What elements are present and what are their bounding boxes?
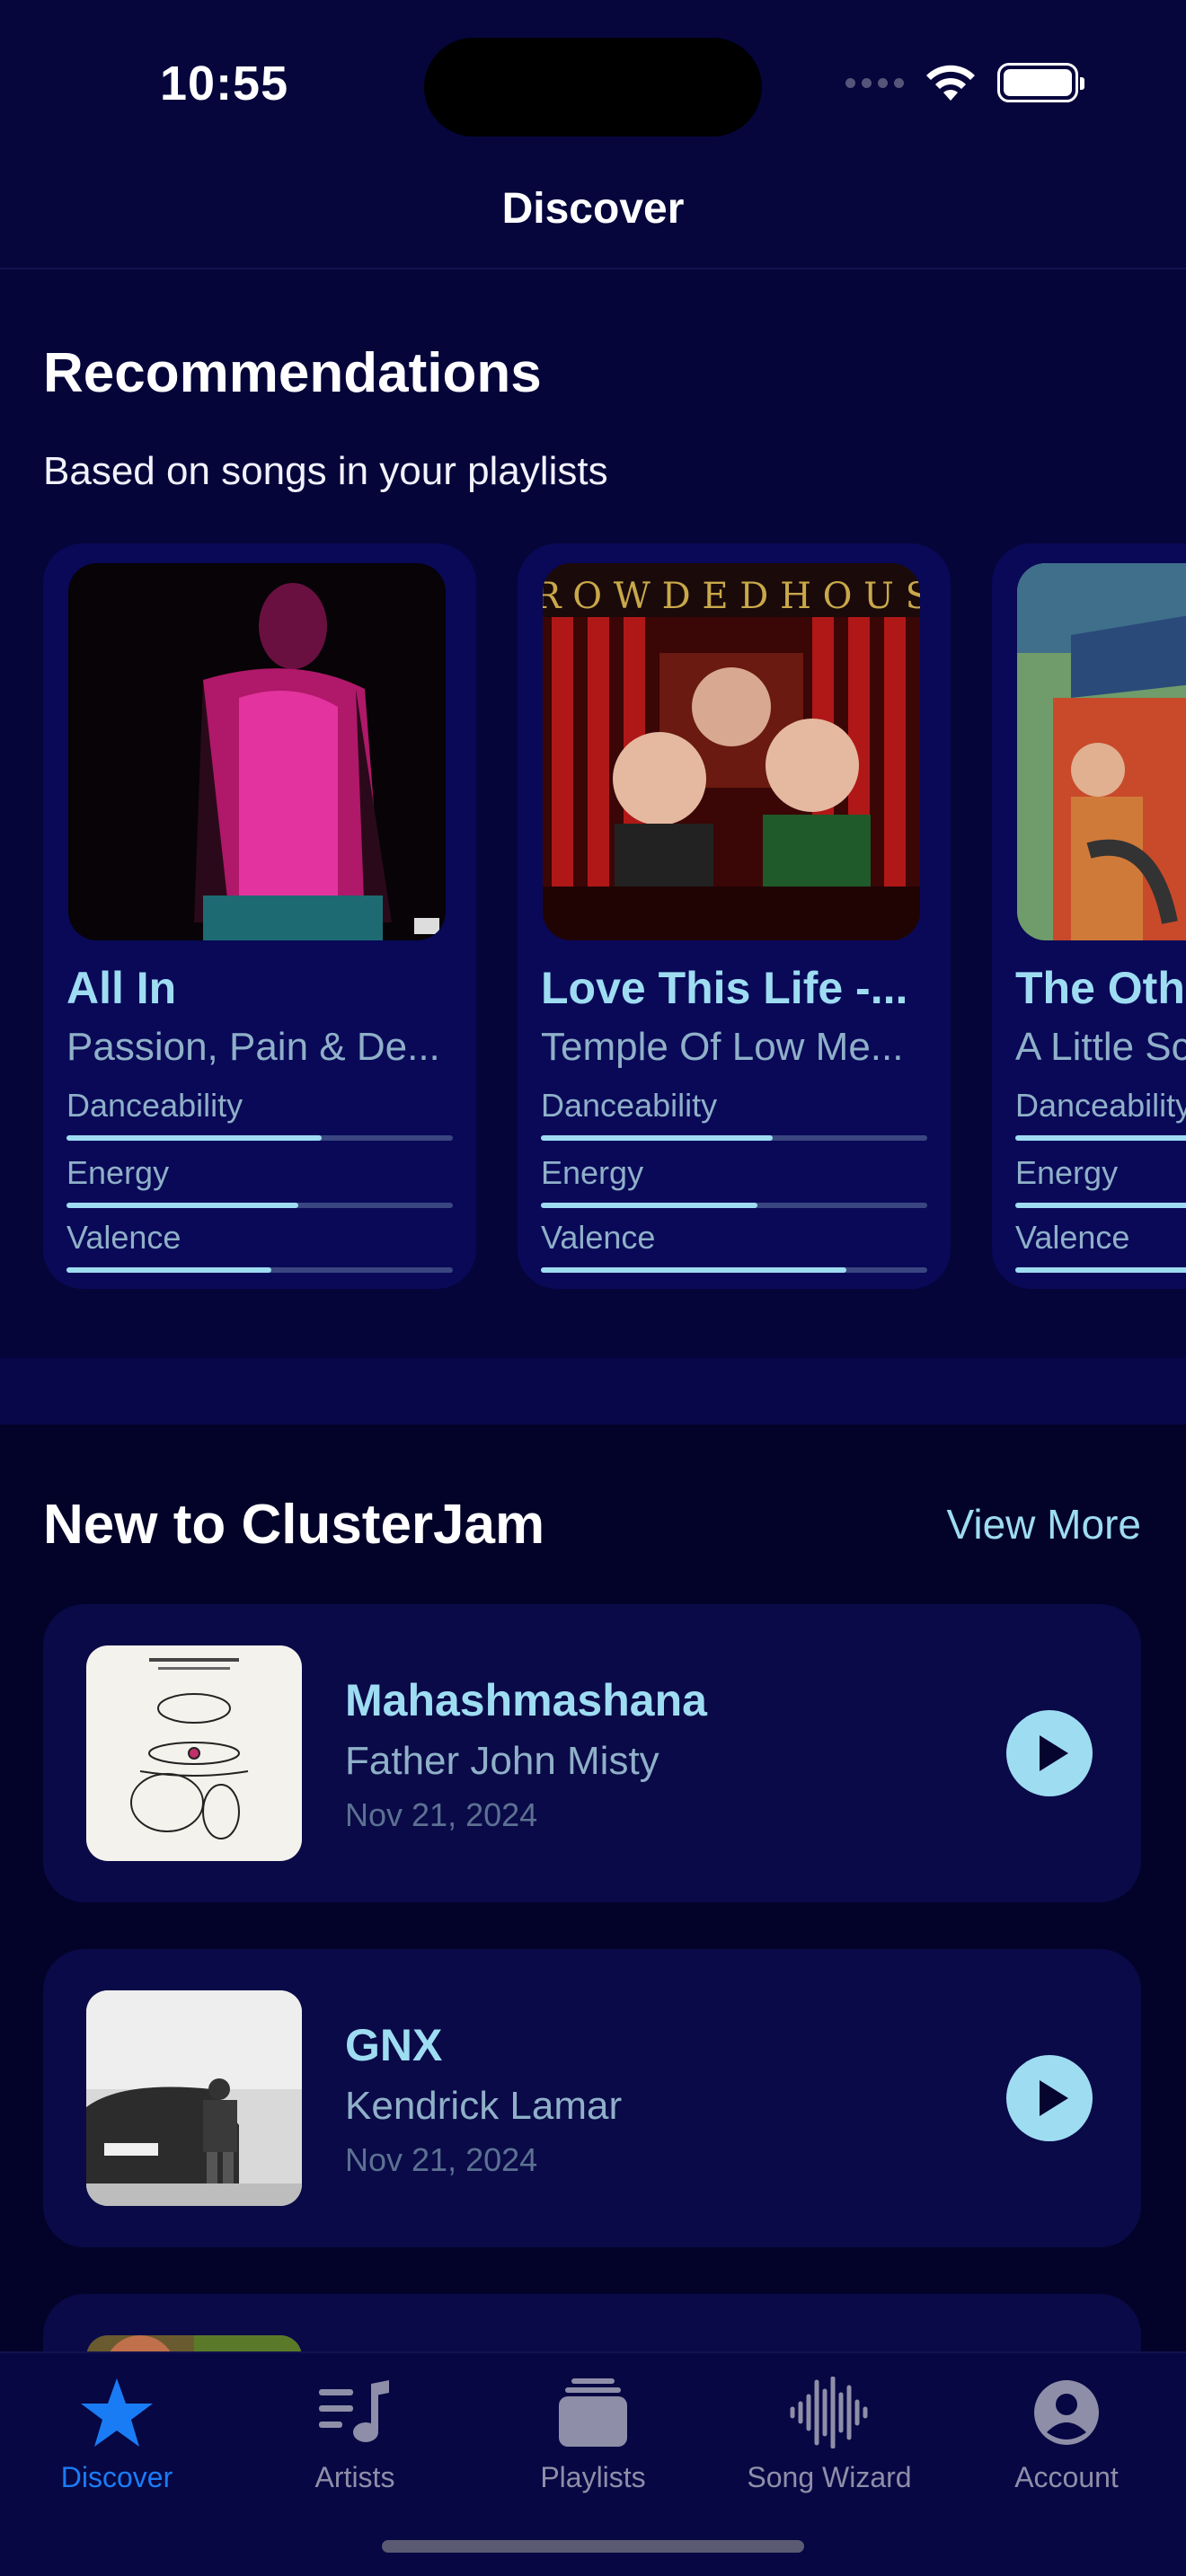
tab-song-wizard[interactable]: Song Wizard: [712, 2368, 946, 2494]
svg-text:C R O W D E D H O U S E: C R O W D E D H O U S E: [543, 576, 920, 617]
valence-metric: Valence: [541, 1219, 927, 1273]
metric-label: Danceability: [66, 1087, 243, 1124]
album-thumbnail: [86, 1645, 302, 1861]
status-time: 10:55: [160, 57, 289, 110]
tab-account[interactable]: Account: [950, 2368, 1183, 2494]
cellular-signal-icon: [845, 77, 904, 88]
tab-label: Song Wizard: [747, 2461, 912, 2493]
energy-bar: [541, 1203, 927, 1208]
tab-label: Discover: [60, 2461, 173, 2493]
metric-label: Valence: [1015, 1219, 1130, 1256]
recommendations-section: Recommendations Based on songs in your p…: [0, 269, 1186, 1358]
song-subtitle: Temple Of Low Me...: [541, 1025, 904, 1069]
page-title: Discover: [501, 185, 685, 233]
song-title: Love This Life -...: [541, 963, 908, 1013]
song-title: All In: [66, 963, 177, 1013]
song-subtitle: Passion, Pain & De...: [66, 1025, 440, 1069]
metric-label: Danceability: [541, 1087, 718, 1124]
valence-metric: Valence: [66, 1219, 453, 1273]
song-title: The Oth: [1015, 963, 1185, 1013]
danceability-bar: [1015, 1135, 1186, 1141]
tab-playlists[interactable]: Playlists: [476, 2368, 710, 2494]
energy-bar: [66, 1203, 453, 1208]
tab-label: Account: [1014, 2461, 1119, 2493]
music-note-list-icon: [319, 2380, 389, 2442]
danceability-metric: Danceability: [1015, 1087, 1186, 1141]
tab-discover[interactable]: Discover: [0, 2368, 234, 2494]
recommendations-subtitle: Based on songs in your playlists: [43, 449, 608, 493]
danceability-metric: Danceability: [541, 1087, 927, 1141]
battery-icon: [997, 63, 1084, 102]
home-indicator: [382, 2540, 804, 2553]
song-title: Mahashmashana: [345, 1675, 707, 1725]
metric-label: Valence: [541, 1219, 656, 1256]
danceability-bar: [541, 1135, 927, 1141]
header: 10:55 Discover: [0, 0, 1186, 269]
valence-bar: [66, 1267, 453, 1273]
discover-screen: 10:55 Discover Recommendations Based on …: [0, 0, 1186, 2576]
energy-metric: Energy: [66, 1154, 453, 1208]
status-icons: [845, 63, 1084, 102]
album-art: [1017, 563, 1186, 940]
recommendations-title: Recommendations: [43, 342, 542, 404]
danceability-metric: Danceability: [66, 1087, 453, 1141]
release-date: Nov 21, 2024: [345, 1796, 538, 1833]
list-item[interactable]: Mahashmashana Father John Misty Nov 21, …: [43, 1604, 1141, 1902]
danceability-bar: [66, 1135, 453, 1141]
valence-metric: Valence: [1015, 1219, 1186, 1273]
metric-label: Valence: [66, 1219, 181, 1256]
section-divider: [0, 1358, 1186, 1425]
album-thumbnail: [86, 1990, 302, 2206]
recommendation-card[interactable]: The Oth A Little Sc Danceability Energy …: [992, 543, 1186, 1289]
play-button[interactable]: [1006, 1710, 1093, 1796]
person-circle-icon: [1034, 2380, 1099, 2445]
wifi-icon: [926, 65, 975, 101]
recommendation-card[interactable]: C R O W D E D H O U S E Love This Life -…: [518, 543, 951, 1289]
energy-metric: Energy: [541, 1154, 927, 1208]
artist-name: Kendrick Lamar: [345, 2084, 623, 2128]
recommendation-card[interactable]: All In Passion, Pain & De... Danceabilit…: [43, 543, 476, 1289]
list-item[interactable]: GNX Kendrick Lamar Nov 21, 2024: [43, 1949, 1141, 2247]
metric-label: Danceability: [1015, 1087, 1186, 1124]
album-art: [68, 563, 446, 940]
metric-label: Energy: [541, 1154, 644, 1191]
view-more-link[interactable]: View More: [947, 1500, 1141, 1548]
play-button[interactable]: [1006, 2055, 1093, 2141]
tab-label: Playlists: [540, 2461, 646, 2493]
album-art: C R O W D E D H O U S E: [543, 563, 920, 940]
song-subtitle: A Little Sc: [1015, 1025, 1186, 1069]
tab-label: Artists: [314, 2461, 395, 2493]
stack-icon: [559, 2378, 627, 2447]
valence-bar: [541, 1267, 927, 1273]
dynamic-island: [424, 38, 762, 137]
energy-metric: Energy: [1015, 1154, 1186, 1208]
new-releases-title: New to ClusterJam: [43, 1494, 545, 1556]
star-icon: [81, 2378, 153, 2447]
valence-bar: [1015, 1267, 1186, 1273]
waveform-icon: [790, 2377, 868, 2448]
tab-artists[interactable]: Artists: [238, 2368, 472, 2494]
metric-label: Energy: [1015, 1154, 1119, 1191]
release-date: Nov 21, 2024: [345, 2141, 538, 2178]
artist-name: Father John Misty: [345, 1739, 659, 1783]
energy-bar: [1015, 1203, 1186, 1208]
metric-label: Energy: [66, 1154, 170, 1191]
song-title: GNX: [345, 2020, 443, 2070]
